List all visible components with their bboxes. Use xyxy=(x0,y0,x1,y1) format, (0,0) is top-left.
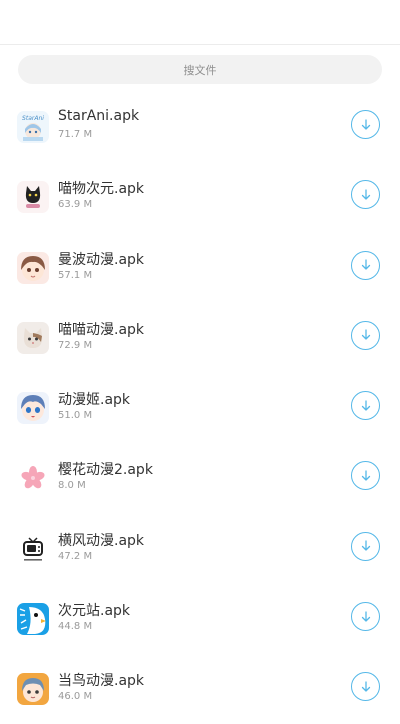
black-cat-app-icon xyxy=(17,181,49,214)
download-arrow-icon xyxy=(361,329,370,341)
file-item[interactable]: 动漫姬.apk 51.0 M xyxy=(0,372,400,442)
download-button[interactable] xyxy=(351,320,380,350)
kitten-app-icon xyxy=(17,321,49,354)
download-button[interactable] xyxy=(351,602,380,632)
file-name: 喵喵动漫.apk xyxy=(58,321,145,338)
download-button[interactable] xyxy=(351,180,380,210)
file-item[interactable]: 樱花动漫2.apk 8.0 M xyxy=(0,442,400,512)
top-bar xyxy=(0,0,400,45)
search-placeholder: 搜文件 xyxy=(183,63,217,77)
file-size: 46.0 M xyxy=(58,691,93,703)
file-name: 曼波动漫.apk xyxy=(58,251,145,268)
download-arrow-icon xyxy=(361,610,370,622)
file-size: 57.1 M xyxy=(58,269,93,281)
anime-girl-brown-hair-app-icon xyxy=(17,251,49,284)
file-name: 次元站.apk xyxy=(58,603,131,620)
file-item[interactable]: 横风动漫.apk 47.2 M xyxy=(0,513,400,583)
file-size: 51.0 M xyxy=(58,410,93,422)
sakura-flower-app-icon xyxy=(17,462,49,495)
file-size: 44.8 M xyxy=(58,621,93,633)
file-item[interactable]: 喵喵动漫.apk 72.9 M xyxy=(0,302,400,372)
file-item[interactable]: 次元站.apk 44.8 M xyxy=(0,583,400,653)
download-arrow-icon xyxy=(361,118,370,130)
file-item[interactable]: 喵物次元.apk 63.9 M xyxy=(0,161,400,231)
file-size: 63.9 M xyxy=(58,199,93,211)
file-size: 71.7 M xyxy=(58,129,93,140)
file-name: 动漫姬.apk xyxy=(58,392,131,409)
download-button[interactable] xyxy=(351,110,380,139)
download-arrow-icon xyxy=(361,400,370,411)
search-bar[interactable]: 搜文件 xyxy=(18,55,382,84)
download-arrow-icon xyxy=(361,470,370,481)
file-name: 喵物次元.apk xyxy=(58,181,145,198)
file-name: 当鸟动漫.apk xyxy=(58,673,145,690)
penguin-app-icon xyxy=(17,603,49,636)
file-name: 横风动漫.apk xyxy=(58,532,145,549)
download-arrow-icon xyxy=(361,259,370,270)
anime-girl-blue-hair-app-icon xyxy=(17,392,49,425)
file-size: 47.2 M xyxy=(58,550,93,562)
anime-kid-app-icon xyxy=(17,673,49,706)
file-list: StarAni StarAni.apk 71.7 M 喵物次元.apk 63.9… xyxy=(0,91,400,724)
svg-text:StarAni: StarAni xyxy=(22,115,44,122)
starani-app-icon: StarAni xyxy=(17,111,49,143)
file-size: 8.0 M xyxy=(58,480,86,492)
download-button[interactable] xyxy=(351,250,380,280)
file-item[interactable]: 当鸟动漫.apk 46.0 M xyxy=(0,653,400,723)
download-button[interactable] xyxy=(351,531,380,561)
download-arrow-icon xyxy=(361,540,370,551)
file-name: StarAni.apk xyxy=(58,108,140,124)
download-arrow-icon xyxy=(361,681,370,692)
download-button[interactable] xyxy=(351,461,380,491)
download-button[interactable] xyxy=(351,391,380,421)
file-size: 72.9 M xyxy=(58,339,93,351)
file-item[interactable]: 曼波动漫.apk 57.1 M xyxy=(0,232,400,302)
file-name: 樱花动漫2.apk xyxy=(58,462,153,479)
download-arrow-icon xyxy=(361,189,370,200)
retro-tv-app-icon xyxy=(17,532,49,565)
download-button[interactable] xyxy=(351,672,380,702)
file-item[interactable]: StarAni StarAni.apk 71.7 M xyxy=(0,91,400,161)
